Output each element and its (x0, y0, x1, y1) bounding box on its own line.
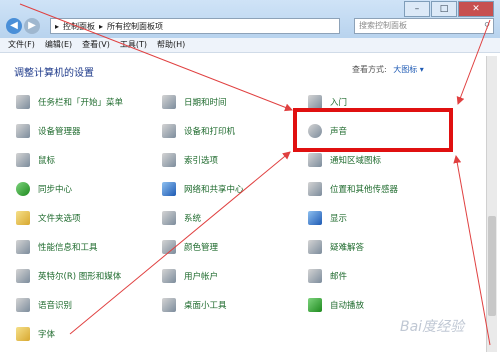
annotation-arrows (19, 3, 491, 346)
arrow-top-right (456, 19, 491, 105)
arrow-bottom-left (69, 151, 291, 335)
watermark: Bai度经验 (400, 319, 465, 335)
arrow-top-left (19, 3, 293, 112)
